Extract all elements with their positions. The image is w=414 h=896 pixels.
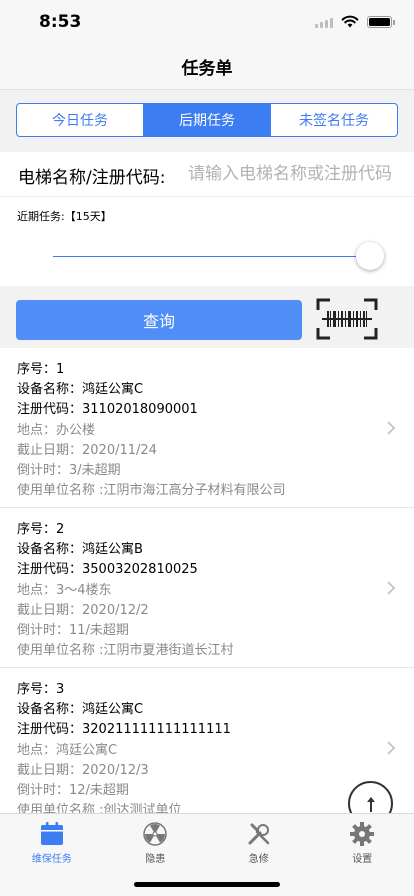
- calendar-icon: [40, 822, 63, 845]
- task-countdown: 倒计时：3/未超期: [17, 463, 121, 479]
- tab-label: 设置: [352, 854, 373, 865]
- action-area: 查询: [0, 286, 414, 348]
- task-reg-code: 注册代码：31102018090001: [17, 402, 198, 418]
- chevron-right-icon: [387, 421, 396, 435]
- gear-icon: [350, 822, 375, 846]
- chevron-right-icon: [387, 741, 396, 755]
- query-button[interactable]: 查询: [16, 300, 302, 340]
- segment-later-tasks[interactable]: 后期任务: [144, 104, 271, 136]
- navigation-bar: 任务单: [0, 44, 414, 90]
- task-location: 地点：办公楼: [17, 422, 96, 438]
- task-reg-code: 注册代码：35003202810025: [17, 562, 198, 578]
- tab-label: 急修: [248, 854, 269, 865]
- task-seq: 序号：2: [17, 522, 65, 537]
- task-deadline: 截止日期：2020/12/2: [17, 602, 149, 618]
- tab-maintenance-tasks[interactable]: 维保任务: [0, 814, 104, 896]
- barcode-scan-icon[interactable]: [316, 298, 378, 340]
- search-label: 电梯名称/注册代码:: [18, 168, 166, 188]
- task-card-2[interactable]: 序号：2 设备名称：鸿廷公寓B 注册代码：35003202810025 地点：3…: [0, 508, 414, 668]
- wifi-icon: [341, 15, 359, 28]
- task-unit: 使用单位名称 :江阴市海江高分子材料有限公司: [17, 483, 286, 499]
- task-list: 序号：1 设备名称：鸿廷公寓C 注册代码：31102018090001 地点：办…: [0, 348, 414, 813]
- tab-label: 维保任务: [31, 854, 72, 865]
- page-title: 任务单: [181, 59, 233, 79]
- chevron-right-icon: [387, 581, 396, 595]
- task-reg-code: 注册代码：320211111111111111: [17, 722, 231, 738]
- task-card-1[interactable]: 序号：1 设备名称：鸿廷公寓C 注册代码：31102018090001 地点：办…: [0, 348, 414, 508]
- task-type-segmented-control: 今日任务 后期任务 未签名任务: [16, 103, 398, 137]
- tab-settings[interactable]: 设置: [311, 814, 414, 896]
- task-deadline: 截止日期：2020/12/3: [17, 762, 149, 778]
- status-icons: [315, 15, 395, 28]
- arrow-up-circle-icon: [366, 796, 375, 812]
- tab-label: 隐患: [145, 854, 166, 865]
- task-location: 地点：3～4楼东: [17, 582, 112, 598]
- task-location: 地点：鸿廷公寓C: [17, 742, 118, 758]
- search-row: 电梯名称/注册代码:: [0, 152, 414, 196]
- task-device-name: 设备名称：鸿廷公寓C: [17, 382, 144, 398]
- task-device-name: 设备名称：鸿廷公寓B: [17, 542, 143, 558]
- task-seq: 序号：3: [17, 682, 65, 697]
- tools-icon: [248, 823, 269, 845]
- status-bar: 8:53: [0, 0, 414, 44]
- task-seq: 序号：1: [17, 362, 65, 377]
- battery-icon: [367, 15, 395, 28]
- range-section: 近期任务:【15天】: [0, 196, 414, 286]
- segment-unsigned-tasks[interactable]: 未签名任务: [271, 104, 397, 136]
- status-time: 8:53: [39, 12, 82, 32]
- task-countdown: 倒计时：11/未超期: [17, 623, 129, 639]
- task-unit: 使用单位名称 :江阴市夏港街道长江村: [17, 643, 234, 659]
- range-label: 近期任务:【15天】: [17, 210, 112, 223]
- hazard-icon: [143, 822, 167, 846]
- cellular-signal-icon: [315, 16, 333, 28]
- search-input[interactable]: [188, 160, 404, 188]
- home-indicator: [134, 882, 280, 887]
- range-slider-thumb[interactable]: [356, 242, 384, 270]
- task-deadline: 截止日期：2020/11/24: [17, 442, 157, 458]
- task-filter-area: 今日任务 后期任务 未签名任务: [0, 90, 414, 152]
- segment-today-tasks[interactable]: 今日任务: [17, 104, 144, 136]
- task-device-name: 设备名称：鸿廷公寓C: [17, 702, 144, 718]
- range-slider-track[interactable]: [53, 256, 370, 257]
